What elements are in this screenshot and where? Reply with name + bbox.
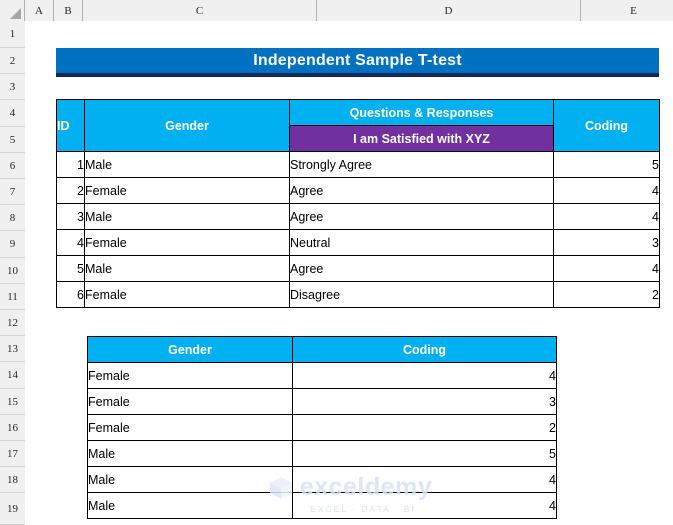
row-header-10[interactable]: 10	[0, 258, 25, 284]
row-header-14[interactable]: 14	[0, 362, 25, 389]
main-data-table: ID Gender Questions & Responses Coding I…	[56, 99, 660, 308]
row-header-7[interactable]: 7	[0, 179, 25, 205]
summary-row: Female 2	[87, 414, 557, 441]
table-header-row-top: ID Gender Questions & Responses Coding	[56, 99, 660, 152]
table-row: 3 Male Agree 4	[56, 203, 660, 230]
row-header-8[interactable]: 8	[0, 205, 25, 231]
header-coding: Coding	[553, 99, 660, 152]
header-question-statement: I am Satisfied with XYZ	[289, 125, 554, 152]
cell-id[interactable]: 1	[56, 151, 85, 178]
summary-header-gender: Gender	[87, 336, 293, 363]
header-questions-responses: Questions & Responses	[289, 99, 554, 126]
row-header-15[interactable]: 15	[0, 389, 25, 415]
cell-coding[interactable]: 4	[553, 255, 660, 282]
cell-coding[interactable]: 4	[553, 177, 660, 204]
summary-cell-gender[interactable]: Male	[87, 440, 293, 467]
row-header-1[interactable]: 1	[0, 21, 25, 48]
row-header-13[interactable]: 13	[0, 336, 25, 362]
sheet-canvas: Independent Sample T-test ID Gender Ques…	[25, 21, 673, 525]
select-all-triangle-icon	[10, 8, 21, 19]
cell-coding[interactable]: 3	[553, 229, 660, 256]
header-id: ID	[56, 99, 85, 152]
row-header-5[interactable]: 5	[0, 127, 25, 153]
cell-id[interactable]: 5	[56, 255, 85, 282]
spreadsheet-view: A B C D E 1 2 3 4 5 6 7 8 9 10 11 12 13 14 15 16 17 18 19 …	[0, 0, 673, 525]
cell-gender[interactable]: Female	[84, 177, 290, 204]
cell-id[interactable]: 3	[56, 203, 85, 230]
summary-row: Female 3	[87, 388, 557, 415]
row-header-9[interactable]: 9	[0, 231, 25, 258]
header-gender: Gender	[84, 99, 290, 152]
summary-row: Male 4	[87, 466, 557, 493]
summary-row: Male 5	[87, 440, 557, 467]
summary-cell-coding[interactable]: 5	[292, 440, 557, 467]
summary-cell-coding[interactable]: 3	[292, 388, 557, 415]
summary-header-coding: Coding	[292, 336, 557, 363]
table-row: 5 Male Agree 4	[56, 255, 660, 282]
cell-response[interactable]: Agree	[289, 177, 554, 204]
cell-response[interactable]: Neutral	[289, 229, 554, 256]
cell-gender[interactable]: Male	[84, 151, 290, 178]
cell-coding[interactable]: 2	[553, 281, 660, 308]
summary-row: Male 4	[87, 492, 557, 519]
summary-header-row: Gender Coding	[87, 336, 557, 363]
row-header-12[interactable]: 12	[0, 310, 25, 336]
summary-table: Gender Coding Female 4 Female 3 Female 2 Male 5…	[87, 336, 557, 519]
cell-gender[interactable]: Female	[84, 281, 290, 308]
summary-cell-gender[interactable]: Female	[87, 362, 293, 389]
summary-cell-gender[interactable]: Male	[87, 466, 293, 493]
cell-response[interactable]: Disagree	[289, 281, 554, 308]
row-header-17[interactable]: 17	[0, 441, 25, 467]
cell-gender[interactable]: Female	[84, 229, 290, 256]
column-header-b[interactable]: B	[54, 0, 83, 21]
row-header-16[interactable]: 16	[0, 415, 25, 441]
summary-cell-gender[interactable]: Male	[87, 492, 293, 519]
table-row: 1 Male Strongly Agree 5	[56, 151, 660, 178]
summary-cell-gender[interactable]: Female	[87, 388, 293, 415]
row-header-strip: 1 2 3 4 5 6 7 8 9 10 11 12 13 14 15 16 17 18 19	[0, 21, 25, 525]
summary-row: Female 4	[87, 362, 557, 389]
cell-response[interactable]: Strongly Agree	[289, 151, 554, 178]
summary-cell-coding[interactable]: 4	[292, 466, 557, 493]
column-header-a[interactable]: A	[25, 0, 54, 21]
column-header-d[interactable]: D	[317, 0, 581, 21]
cell-gender[interactable]: Male	[84, 203, 290, 230]
row-header-6[interactable]: 6	[0, 153, 25, 179]
summary-cell-coding[interactable]: 2	[292, 414, 557, 441]
cell-id[interactable]: 6	[56, 281, 85, 308]
column-header-c[interactable]: C	[83, 0, 317, 21]
table-row: 2 Female Agree 4	[56, 177, 660, 204]
summary-cell-coding[interactable]: 4	[292, 492, 557, 519]
row-header-11[interactable]: 11	[0, 284, 25, 310]
row-header-4[interactable]: 4	[0, 100, 25, 127]
cell-coding[interactable]: 5	[553, 151, 660, 178]
summary-cell-gender[interactable]: Female	[87, 414, 293, 441]
cell-response[interactable]: Agree	[289, 255, 554, 282]
row-header-19[interactable]: 19	[0, 493, 25, 525]
row-header-2[interactable]: 2	[0, 48, 25, 74]
table-row: 6 Female Disagree 2	[56, 281, 660, 308]
cell-id[interactable]: 2	[56, 177, 85, 204]
column-header-e[interactable]: E	[581, 0, 673, 21]
summary-cell-coding[interactable]: 4	[292, 362, 557, 389]
column-header-strip: A B C D E	[0, 0, 673, 21]
row-header-18[interactable]: 18	[0, 467, 25, 493]
page-title: Independent Sample T-test	[56, 48, 659, 77]
row-header-3[interactable]: 3	[0, 74, 25, 100]
table-row: 4 Female Neutral 3	[56, 229, 660, 256]
cell-id[interactable]: 4	[56, 229, 85, 256]
cell-response[interactable]: Agree	[289, 203, 554, 230]
cell-coding[interactable]: 4	[553, 203, 660, 230]
select-all-corner[interactable]	[0, 0, 25, 21]
cell-gender[interactable]: Male	[84, 255, 290, 282]
